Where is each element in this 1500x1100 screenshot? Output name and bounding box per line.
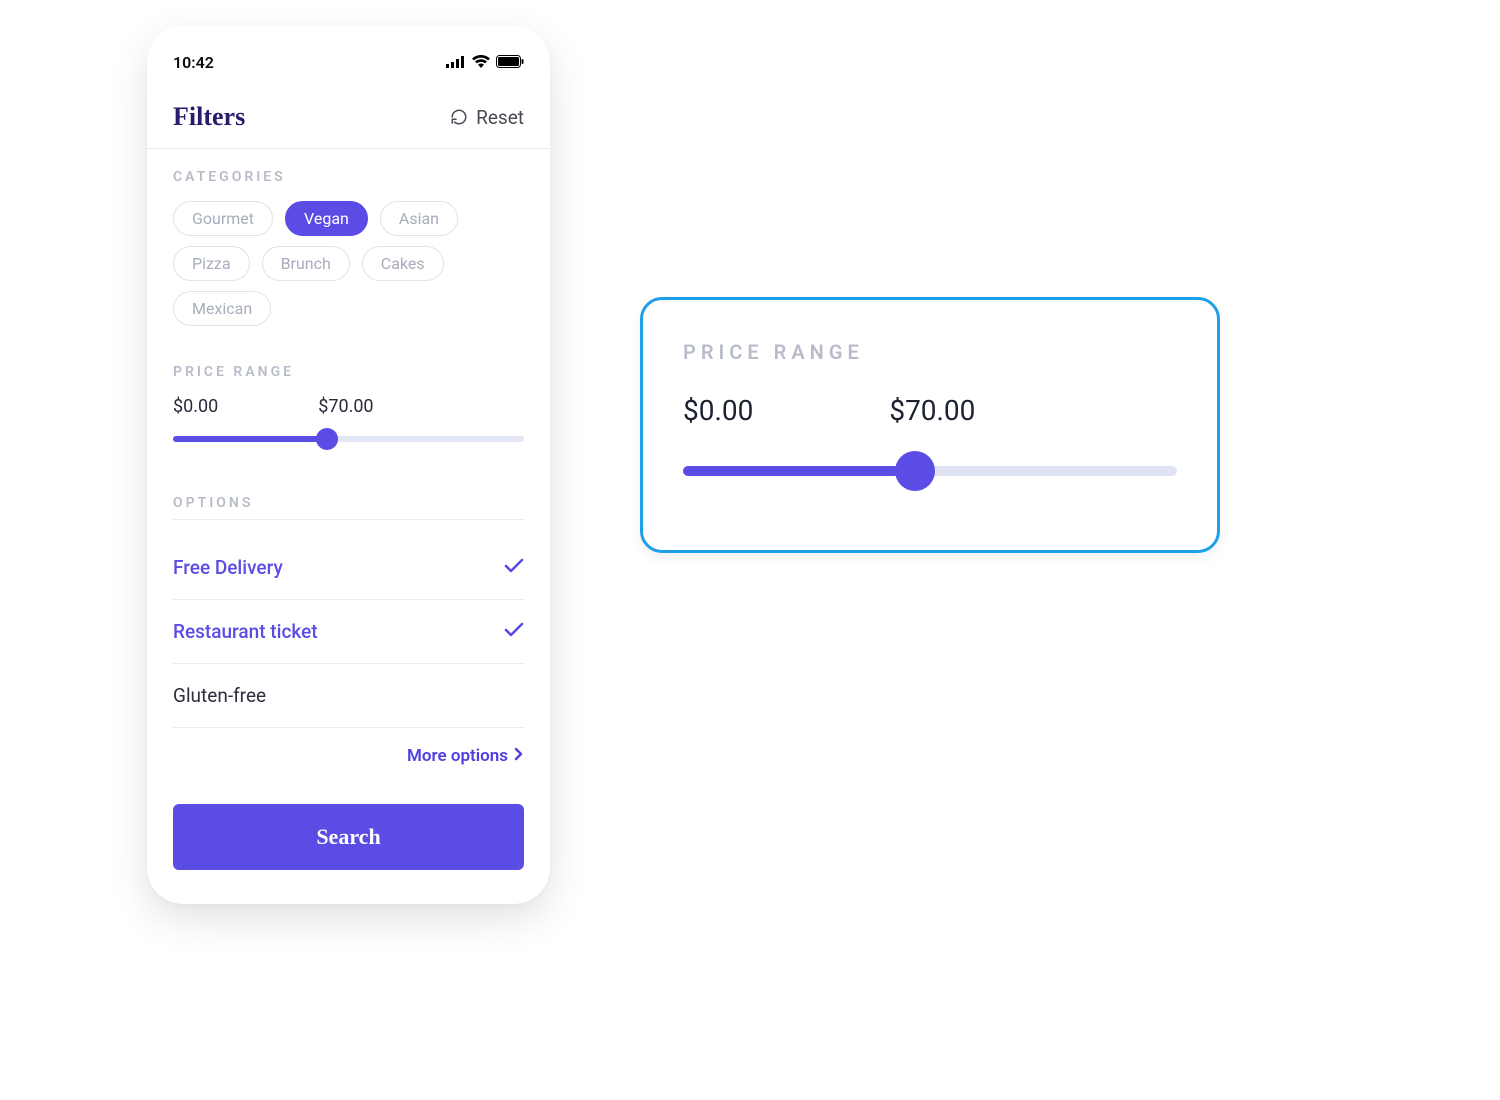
option-row[interactable]: Restaurant ticket bbox=[173, 600, 524, 664]
callout-slider-thumb[interactable] bbox=[895, 451, 935, 491]
category-chip[interactable]: Brunch bbox=[262, 246, 350, 281]
price-callout-panel: PRICE RANGE $0.00 $70.00 bbox=[640, 297, 1220, 553]
check-icon bbox=[504, 558, 524, 578]
category-chip[interactable]: Cakes bbox=[362, 246, 444, 281]
category-chip[interactable]: Mexican bbox=[173, 291, 271, 326]
reset-icon bbox=[450, 108, 468, 126]
search-button[interactable]: Search bbox=[173, 804, 524, 870]
callout-slider-fill bbox=[683, 466, 915, 476]
price-section: PRICE RANGE $0.00 $70.00 bbox=[147, 344, 550, 461]
status-time: 10:42 bbox=[173, 53, 214, 72]
signal-icon bbox=[446, 53, 466, 72]
category-chips: Gourmet Vegan Asian Pizza Brunch Cakes Mexican bbox=[173, 201, 524, 326]
callout-price-max: $70.00 bbox=[889, 394, 975, 427]
option-label: Restaurant ticket bbox=[173, 620, 318, 643]
option-label: Free Delivery bbox=[173, 556, 283, 579]
options-section: OPTIONS Free Delivery Restaurant ticket Gl… bbox=[147, 461, 550, 774]
category-chip[interactable]: Pizza bbox=[173, 246, 250, 281]
price-min: $0.00 bbox=[173, 396, 218, 417]
callout-price-label: PRICE RANGE bbox=[683, 340, 1177, 364]
header: Filters Reset bbox=[147, 74, 550, 148]
option-row[interactable]: Gluten-free bbox=[173, 664, 524, 728]
price-values: $0.00 $70.00 bbox=[173, 396, 524, 417]
callout-price-slider[interactable] bbox=[683, 449, 1177, 493]
callout-price-min: $0.00 bbox=[683, 394, 753, 427]
slider-fill bbox=[173, 436, 327, 442]
category-chip[interactable]: Asian bbox=[380, 201, 458, 236]
wifi-icon bbox=[472, 53, 490, 72]
search-button-label: Search bbox=[316, 824, 380, 850]
reset-label: Reset bbox=[476, 106, 524, 129]
category-chip[interactable]: Gourmet bbox=[173, 201, 273, 236]
status-bar: 10:42 bbox=[147, 50, 550, 74]
option-label: Gluten-free bbox=[173, 684, 266, 707]
phone-frame: 10:42 Filters Reset CATEGORIES Gourmet Ve… bbox=[147, 26, 550, 904]
options-list: Free Delivery Restaurant ticket Gluten-fre… bbox=[173, 536, 524, 728]
reset-button[interactable]: Reset bbox=[450, 106, 524, 129]
price-slider[interactable] bbox=[173, 425, 524, 453]
battery-icon bbox=[496, 53, 524, 72]
more-options-label: More options bbox=[407, 746, 508, 766]
categories-section: CATEGORIES Gourmet Vegan Asian Pizza Brunch C… bbox=[147, 149, 550, 344]
status-indicators bbox=[446, 53, 524, 72]
slider-thumb[interactable] bbox=[316, 428, 338, 450]
check-icon bbox=[504, 622, 524, 642]
price-max: $70.00 bbox=[318, 396, 373, 417]
page-title: Filters bbox=[173, 102, 245, 132]
option-row[interactable]: Free Delivery bbox=[173, 536, 524, 600]
options-label: OPTIONS bbox=[173, 495, 524, 520]
more-options-button[interactable]: More options bbox=[173, 728, 524, 766]
category-chip[interactable]: Vegan bbox=[285, 201, 368, 236]
categories-label: CATEGORIES bbox=[173, 169, 524, 185]
callout-price-values: $0.00 $70.00 bbox=[683, 394, 1177, 427]
chevron-right-icon bbox=[514, 746, 524, 766]
price-label: PRICE RANGE bbox=[173, 364, 524, 380]
